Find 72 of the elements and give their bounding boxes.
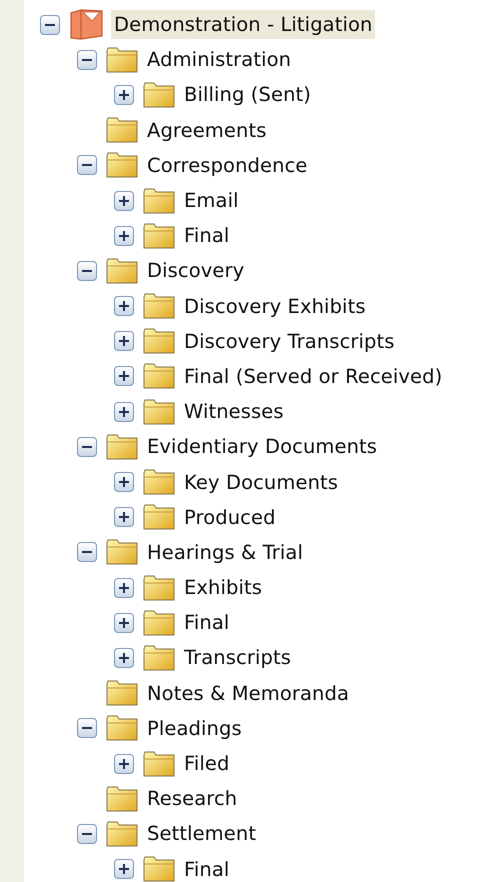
tree-item[interactable]: Discovery Exhibits: [181, 292, 369, 321]
tree-item[interactable]: Witnesses: [181, 397, 287, 426]
expand-toggle[interactable]: [114, 578, 134, 598]
collapse-toggle[interactable]: [77, 718, 97, 738]
tree-item[interactable]: Transcripts: [181, 643, 294, 672]
folder-icon: [143, 469, 175, 496]
expand-toggle[interactable]: [114, 648, 134, 668]
folder-icon: [143, 856, 175, 882]
tree-item[interactable]: Final: [181, 608, 232, 638]
collapse-toggle[interactable]: [77, 436, 97, 457]
expand-toggle[interactable]: [114, 296, 134, 316]
expand-toggle[interactable]: [114, 331, 134, 352]
tree-item[interactable]: Produced: [181, 502, 279, 532]
expand-toggle[interactable]: [114, 472, 134, 492]
expand-toggle[interactable]: [114, 84, 134, 105]
expand-toggle[interactable]: [114, 859, 134, 880]
folder-icon: [143, 610, 175, 636]
collapse-toggle[interactable]: [40, 14, 60, 35]
collapse-toggle[interactable]: [77, 824, 97, 844]
folder-icon: [143, 188, 175, 214]
tree-item[interactable]: Final: [181, 221, 232, 250]
folder-icon: [143, 82, 175, 108]
folder-icon: [106, 680, 138, 706]
folder-icon: [106, 820, 138, 847]
tree-item[interactable]: Key Documents: [181, 468, 342, 497]
tree-item[interactable]: Filed: [181, 749, 233, 778]
tree-item[interactable]: Exhibits: [181, 573, 266, 602]
folder-icon: [143, 644, 175, 671]
folder-icon: [106, 434, 138, 460]
tree-item[interactable]: Final (Served or Received): [181, 362, 446, 391]
tree-item[interactable]: Email: [181, 186, 242, 216]
tree-item[interactable]: Notes & Memoranda: [144, 678, 352, 708]
folder-icon: [143, 750, 175, 777]
expand-toggle[interactable]: [114, 402, 134, 422]
tree-item[interactable]: Discovery Transcripts: [181, 326, 398, 356]
folder-icon: [143, 398, 175, 425]
expand-toggle[interactable]: [114, 507, 134, 528]
folder-icon: [106, 786, 138, 812]
tree-item[interactable]: Billing (Sent): [181, 80, 314, 110]
folder-icon: [143, 328, 175, 354]
tree-item[interactable]: Evidentiary Documents: [144, 432, 380, 462]
tree-item[interactable]: Demonstration - Litigation: [111, 10, 376, 40]
folder-icon: [143, 222, 175, 249]
folder-icon: [143, 504, 175, 530]
folder-icon: [106, 539, 138, 566]
folder-icon: [143, 293, 175, 320]
folder-icon: [106, 152, 138, 178]
expand-toggle[interactable]: [114, 366, 134, 386]
expand-toggle[interactable]: [114, 612, 134, 633]
collapse-toggle[interactable]: [77, 260, 97, 281]
tree-item[interactable]: Correspondence: [144, 150, 310, 180]
tree-item[interactable]: Final: [181, 854, 232, 882]
collapse-toggle[interactable]: [77, 50, 97, 70]
folder-icon: [106, 46, 138, 73]
tree-item[interactable]: Discovery: [144, 256, 248, 286]
tree-item[interactable]: Agreements: [144, 116, 270, 145]
tree-item[interactable]: Hearings & Trial: [144, 538, 306, 567]
folder-icon: [143, 574, 175, 601]
binder-icon: [69, 8, 105, 41]
expand-toggle[interactable]: [114, 226, 134, 246]
tree-item[interactable]: Research: [144, 784, 240, 814]
expand-toggle[interactable]: [114, 190, 134, 211]
tree-item[interactable]: Administration: [144, 45, 294, 74]
tree-item[interactable]: Settlement: [144, 819, 260, 848]
folder-icon: [143, 363, 175, 390]
collapse-toggle[interactable]: [77, 155, 97, 176]
folder-icon: [106, 715, 138, 742]
collapse-toggle[interactable]: [77, 542, 97, 562]
expand-toggle[interactable]: [114, 754, 134, 774]
tree-item[interactable]: Pleadings: [144, 714, 245, 743]
folder-icon: [106, 117, 138, 144]
folder-icon: [106, 258, 138, 284]
